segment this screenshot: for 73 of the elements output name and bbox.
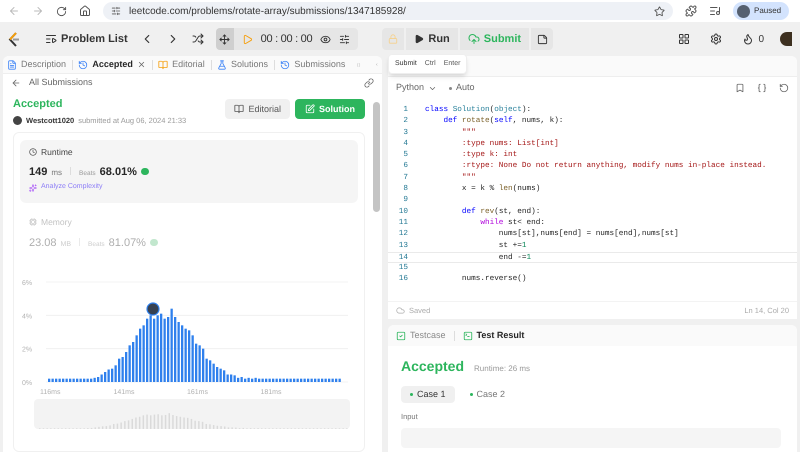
eye-icon[interactable] [320,34,332,44]
settings-icon[interactable] [710,33,722,45]
avatar-marker [146,302,160,316]
run-button[interactable]: Run [406,28,458,50]
tab-icon [280,60,290,70]
bookmark-star-icon[interactable] [654,6,665,16]
auto-mode-label[interactable]: Auto [456,81,475,95]
sparkles-icon [29,184,37,192]
runtime-value: 149 [29,164,48,180]
play-icon [414,34,424,44]
language-dropdown[interactable]: Python [396,81,438,95]
reset-icon[interactable] [779,83,789,93]
tab-icon [78,60,88,70]
panel-tab[interactable]: Solutions [217,58,268,72]
sliders-icon[interactable] [339,34,350,44]
editorial-button[interactable]: Editorial [225,99,290,120]
media-icon[interactable] [709,5,721,17]
status-title: Accepted [13,97,64,112]
beats-percent: 68.01% [100,164,137,180]
extensions-icon[interactable] [685,5,697,17]
result-status: Accepted [401,357,464,376]
runtime-title: Runtime [41,146,73,159]
chip-icon [29,218,37,226]
braces-icon[interactable] [757,83,767,93]
user-avatar [13,116,22,125]
all-submissions-link[interactable]: All Submissions [29,76,93,90]
panel-tab[interactable]: Editorial [158,58,205,72]
result-tab[interactable]: Testcase [396,328,446,342]
drag-handle-icon[interactable] [216,28,234,50]
case-tab[interactable]: Case 1 [401,386,455,403]
checkbox-icon [396,330,406,340]
back-arrow-icon[interactable] [11,78,21,88]
flame-icon[interactable] [742,33,754,45]
cloud-upload-icon [468,33,480,45]
logo-icon[interactable] [8,32,21,46]
memory-value: 23.08 [29,236,57,251]
timer-text: 00 : 00 : 00 [260,32,312,47]
reload-icon[interactable] [56,6,67,16]
shuffle-icon[interactable] [192,33,204,45]
edit-icon [305,104,315,114]
close-icon[interactable] [136,60,146,70]
book-icon [234,104,244,114]
tab-icon [217,60,227,70]
list-icon[interactable] [45,33,57,45]
panel-tab[interactable]: Description [7,58,66,72]
problem-list-link[interactable]: Problem List [61,30,128,48]
badge-icon [150,238,158,246]
avatar-icon[interactable] [780,32,792,46]
case-tab[interactable]: Case 2 [460,386,514,403]
panel-tab[interactable]: Accepted [78,58,146,72]
home-icon[interactable] [79,5,91,17]
site-settings-icon[interactable] [111,6,121,16]
tab-icon [158,60,168,70]
link-icon[interactable] [364,78,374,88]
url-text: leetcode.com/problems/rotate-array/submissions/1347185928/ [129,4,407,18]
avatar-icon [737,4,750,18]
terminal-icon [462,330,473,340]
bookmark-icon[interactable] [735,83,745,93]
runtime-unit: ms [51,166,62,179]
address-bar[interactable]: leetcode.com/problems/rotate-array/submissions/1347185928/ [103,2,673,20]
badge-icon [140,168,149,175]
layout-icon[interactable] [678,33,690,45]
clock-icon [29,148,37,156]
result-tab[interactable]: Test Result [462,328,524,342]
cloud-icon [396,306,405,315]
tab-icon [7,60,17,70]
memory-title: Memory [41,216,72,229]
result-runtime: Runtime: 26 ms [474,363,530,375]
panel-tab[interactable]: Submissions [280,58,346,72]
profile-button[interactable]: Paused [733,2,790,20]
beats-percent: 81.07% [108,236,146,251]
note-icon[interactable] [531,28,554,50]
streak-count: 0 [758,32,764,46]
